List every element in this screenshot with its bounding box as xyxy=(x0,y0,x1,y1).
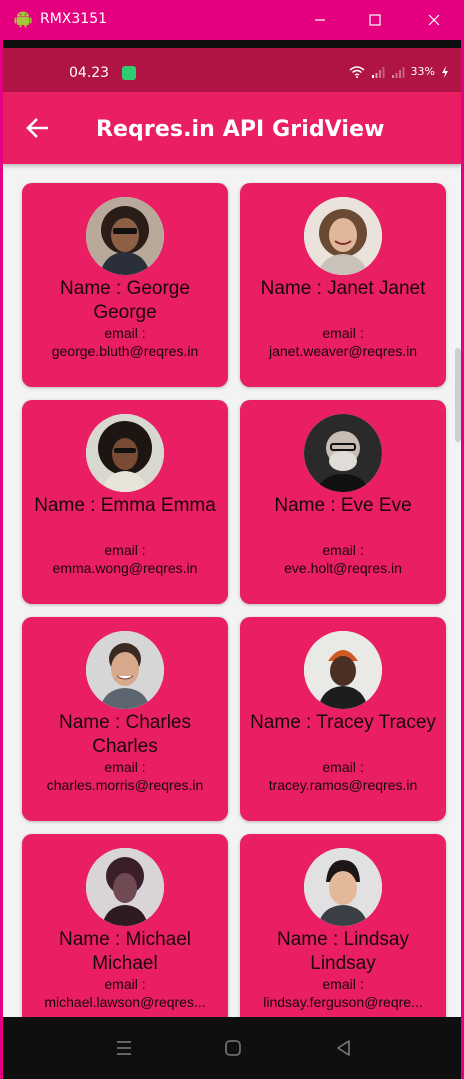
window-title: RMX3151 xyxy=(40,11,108,27)
user-name: Name : Janet Janet xyxy=(260,278,426,299)
user-name: Name : Lindsay Lindsay xyxy=(276,929,409,974)
maximize-icon[interactable] xyxy=(363,8,387,32)
back-nav-icon[interactable] xyxy=(333,1037,355,1059)
user-card[interactable]: Name : Lindsay Lindsay email : lindsay.f… xyxy=(240,834,446,1017)
minimize-icon[interactable] xyxy=(308,8,332,32)
home-icon[interactable] xyxy=(222,1037,244,1059)
user-email: charles.morris@reqres.in xyxy=(46,777,204,793)
avatar xyxy=(304,414,382,492)
user-email: george.bluth@reqres.in xyxy=(51,343,199,359)
email-label: email : xyxy=(104,759,146,775)
user-email: janet.weaver@reqres.in xyxy=(268,343,418,359)
user-grid[interactable]: Name : George George email : george.blut… xyxy=(3,164,461,1017)
avatar xyxy=(304,197,382,275)
user-name: Name : Eve Eve xyxy=(274,495,412,516)
user-email: emma.wong@reqres.in xyxy=(52,560,198,576)
user-card[interactable]: Name : Janet Janet email : janet.weaver@… xyxy=(240,183,446,387)
android-icon xyxy=(14,11,32,28)
avatar xyxy=(86,631,164,709)
avatar xyxy=(304,631,382,709)
status-bar: 04.23 33% xyxy=(3,48,461,92)
user-email: lindsay.ferguson@reqre... xyxy=(263,994,423,1010)
user-name: Name : Michael Michael xyxy=(59,929,191,974)
user-email: eve.holt@reqres.in xyxy=(284,560,402,576)
avatar xyxy=(304,848,382,926)
avatar xyxy=(86,848,164,926)
status-icons: 33% xyxy=(349,65,449,78)
navigation-bar xyxy=(3,1017,461,1079)
status-time: 04.23 xyxy=(69,65,110,81)
wifi-icon xyxy=(349,65,365,78)
email-label: email : xyxy=(104,325,146,341)
user-card[interactable]: Name : Emma Emma email : emma.wong@reqre… xyxy=(22,400,228,604)
user-email: michael.lawson@reqres... xyxy=(44,994,206,1010)
user-card[interactable]: Name : Eve Eve email : eve.holt@reqres.i… xyxy=(240,400,446,604)
email-label: email : xyxy=(322,759,364,775)
close-icon[interactable] xyxy=(422,8,446,32)
user-card[interactable]: Name : Michael Michael email : michael.l… xyxy=(22,834,228,1017)
user-card[interactable]: Name : George George email : george.blut… xyxy=(22,183,228,387)
phone-frame: 04.23 33% Reqres.in API GridView Name: … xyxy=(3,40,461,1079)
charging-icon xyxy=(442,65,448,78)
email-label: email : xyxy=(104,542,146,558)
signal-2-icon xyxy=(391,66,405,78)
notification-icon xyxy=(122,66,136,80)
avatar xyxy=(86,197,164,275)
app-bar: Reqres.in API GridView xyxy=(3,92,461,164)
user-name: Name : George George xyxy=(60,278,190,323)
user-card[interactable]: Name : Charles Charles email : charles.m… xyxy=(22,617,228,821)
menu-icon[interactable] xyxy=(113,1037,135,1059)
emulator-title-bar: RMX3151 xyxy=(0,0,464,40)
email-label: email : xyxy=(322,325,364,341)
signal-icon xyxy=(371,66,385,78)
email-label: email : xyxy=(322,542,364,558)
battery-percent: 33% xyxy=(410,65,435,78)
email-label: email : xyxy=(104,976,146,992)
scrollbar[interactable] xyxy=(455,348,461,442)
avatar xyxy=(86,414,164,492)
arrow-back-icon[interactable] xyxy=(25,116,51,140)
user-email: tracey.ramos@reqres.in xyxy=(268,777,418,793)
user-name: Name : Emma Emma xyxy=(34,495,216,516)
user-card[interactable]: Name : Tracey Tracey email : tracey.ramo… xyxy=(240,617,446,821)
user-name: Name : Charles Charles xyxy=(59,712,191,757)
phone-screen: 04.23 33% Reqres.in API GridView Name: … xyxy=(3,48,461,1079)
page-title: Reqres.in API GridView xyxy=(96,117,385,142)
user-name: Name : Tracey Tracey xyxy=(250,712,436,733)
email-label: email : xyxy=(322,976,364,992)
